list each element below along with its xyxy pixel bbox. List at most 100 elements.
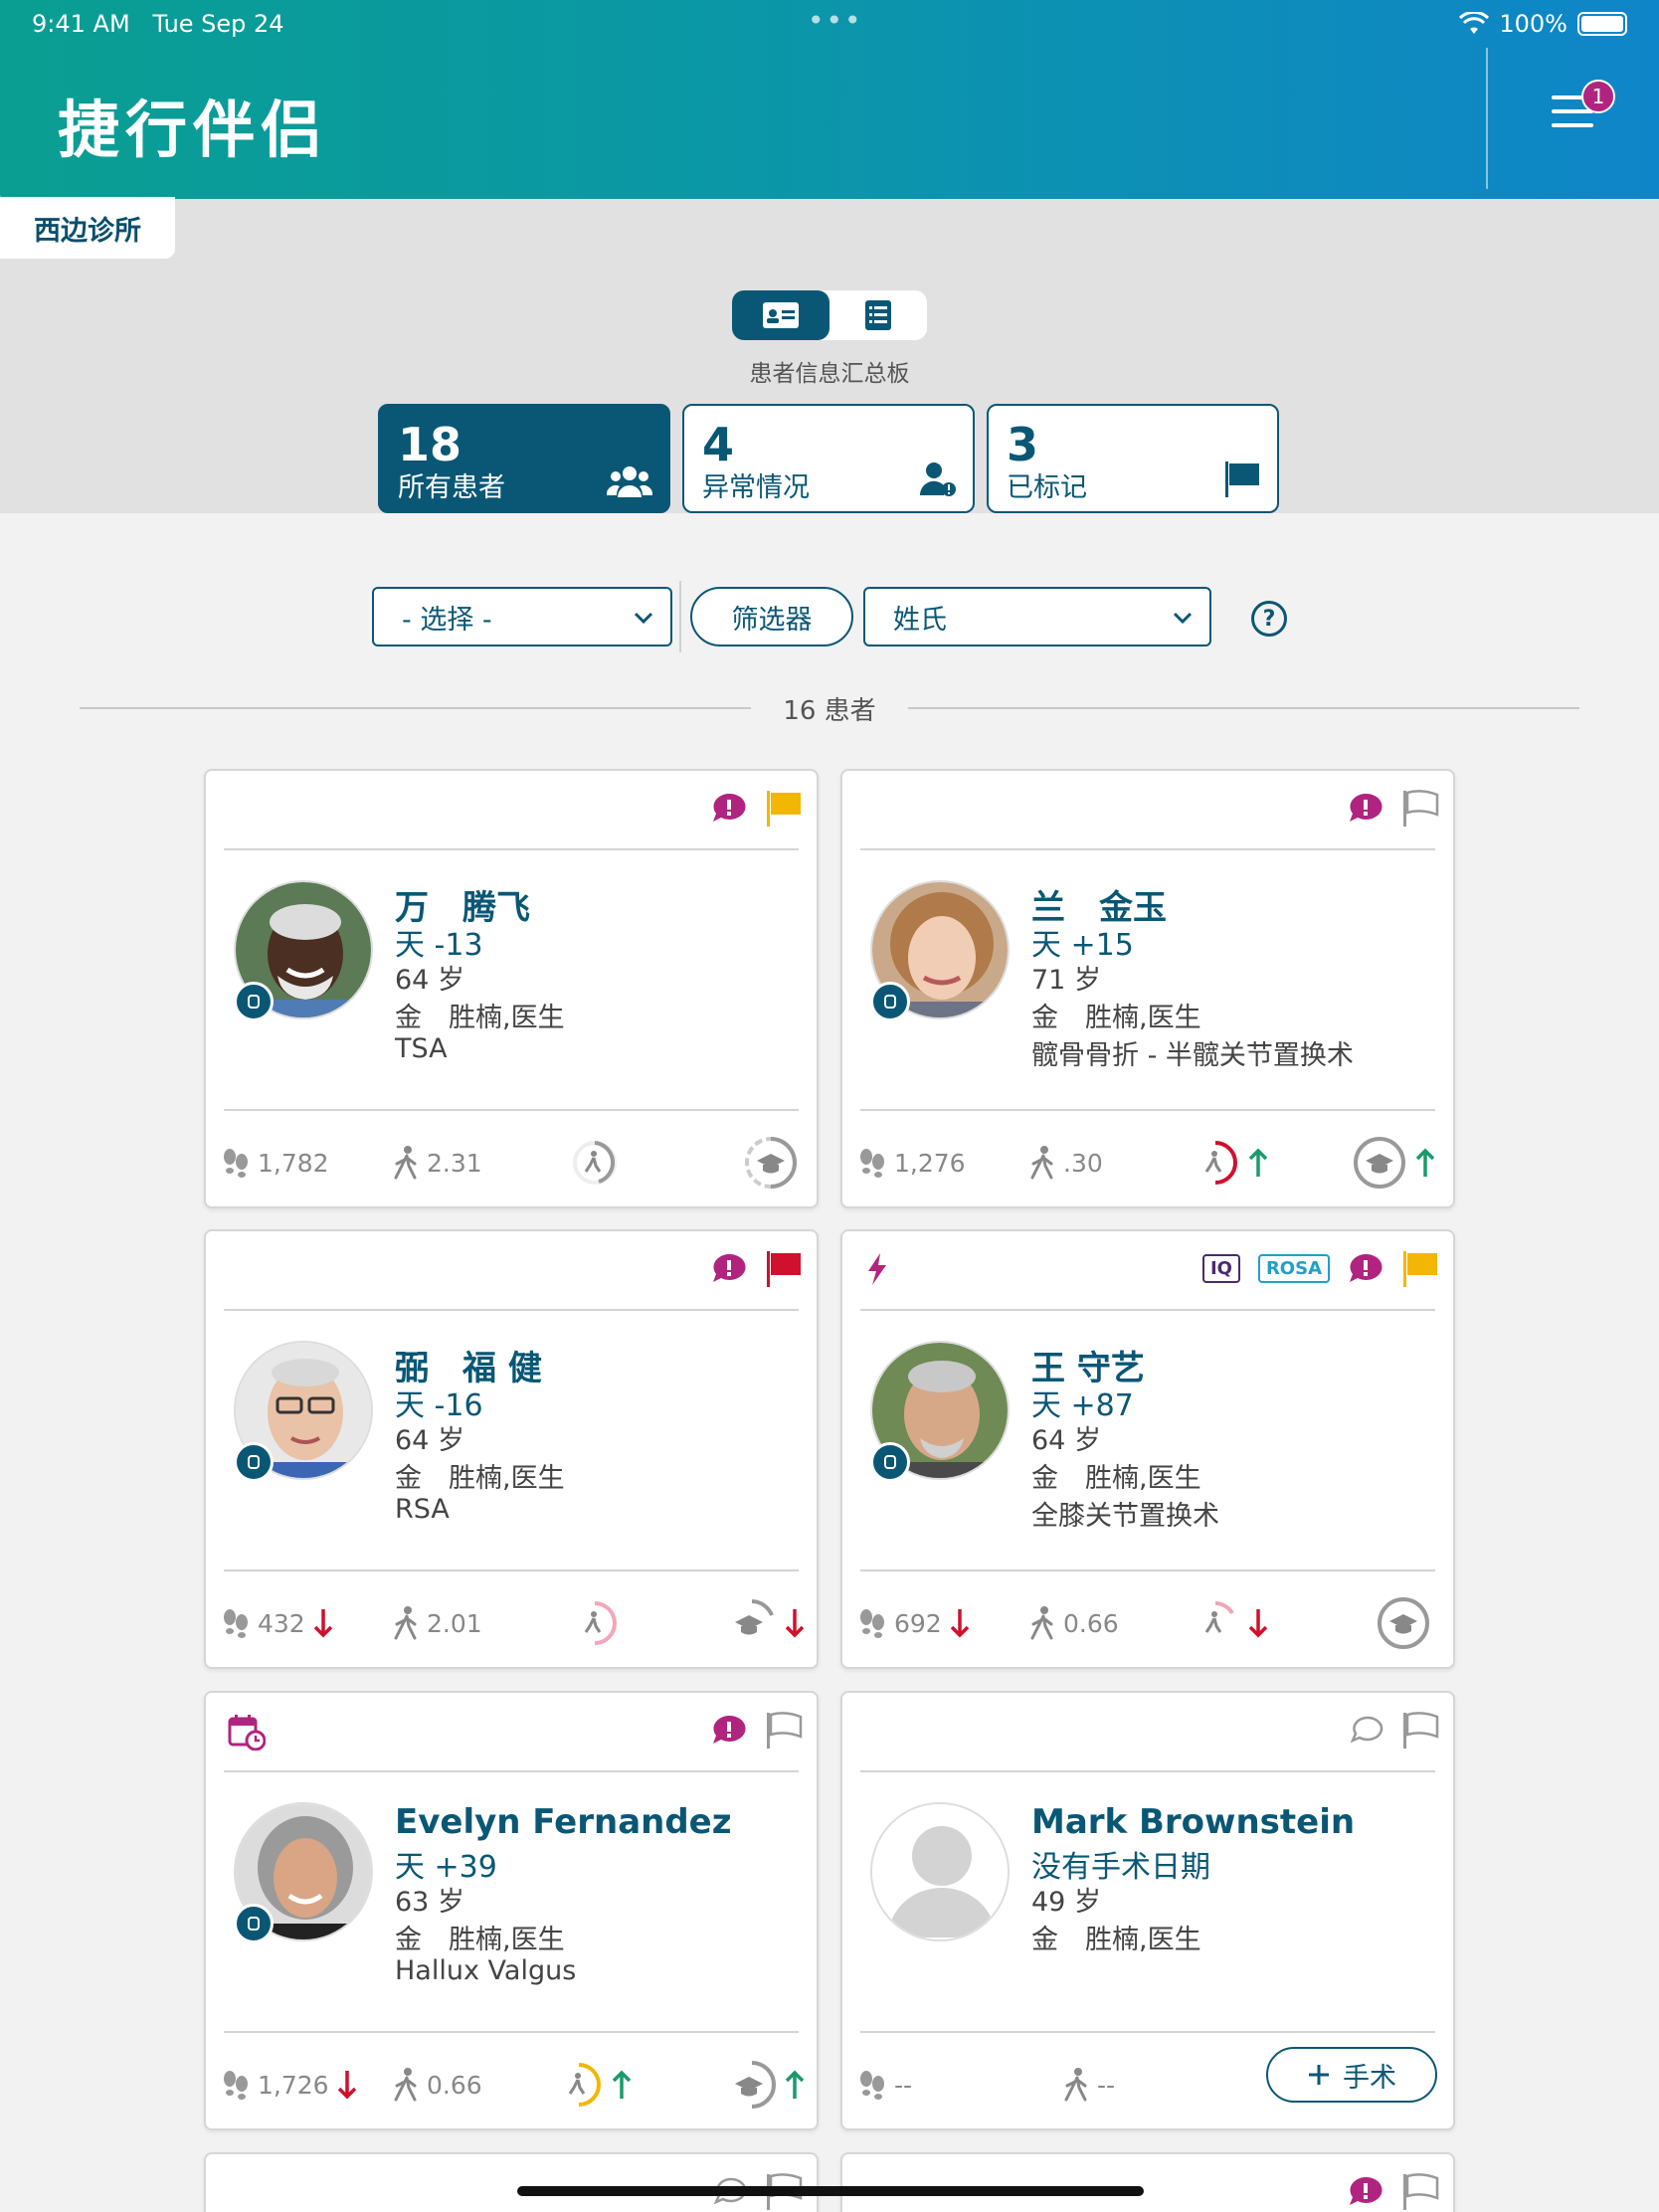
card-divider: [860, 1770, 1435, 1772]
patient-card[interactable]: Evelyn Fernandez 天 +39 63 岁 金 胜楠,医生 Hall…: [204, 1691, 819, 2130]
select-dropdown[interactable]: - 选择 -: [372, 587, 672, 646]
education-ring-icon: [1354, 1137, 1405, 1189]
patient-card[interactable]: Mark Brownstein 没有手术日期 49 岁 金 胜楠,医生 -- -…: [840, 1691, 1455, 2130]
app-title: 捷行伴侣: [58, 93, 329, 166]
activity-progress: [1191, 1595, 1268, 1651]
steps-value: 692: [894, 1608, 942, 1638]
patient-procedure: RSA: [395, 1494, 450, 1525]
tag-rosa[interactable]: ROSA: [1257, 1253, 1330, 1283]
patient-card[interactable]: IQ ROSA 王 守艺 天 +87 64 岁 金 胜楠,医生 全膝关节置换术 …: [840, 1229, 1455, 1669]
alert-bubble-icon[interactable]: [1348, 1252, 1383, 1284]
watch-icon: [870, 982, 910, 1021]
patient-card[interactable]: 万 腾飞 天 -13 64 岁 金 胜楠,医生 TSA 1,782 2.31: [204, 769, 819, 1208]
card-view-button[interactable]: [732, 290, 830, 340]
filter-separator: [679, 581, 681, 652]
walk-metric: 2.31: [393, 1135, 482, 1191]
arrow-down-icon: [337, 2071, 356, 2100]
patient-age: 71 岁: [1031, 965, 1101, 996]
watch-icon: [870, 1442, 910, 1482]
walking-icon: [394, 2068, 417, 2102]
chat-bubble-icon[interactable]: [1350, 1715, 1383, 1745]
watch-icon: [234, 982, 274, 1021]
menu-badge: 1: [1581, 80, 1615, 113]
alert-bubble-icon[interactable]: [1348, 2175, 1383, 2207]
home-indicator[interactable]: [517, 2186, 1144, 2196]
patient-card[interactable]: 兰 金玉 天 +15 71 岁 金 胜楠,医生 髋骨骨折 - 半髋关节置换术 1…: [840, 769, 1455, 1208]
card-divider: [224, 1770, 799, 1772]
stat-abnormal[interactable]: 4 异常情况: [682, 404, 975, 513]
patient-card[interactable]: 弼 福 健 天 -16 64 岁 金 胜楠,医生 RSA 432 2.01: [204, 1229, 819, 1669]
patient-doctor: 金 胜楠,医生: [395, 1003, 565, 1033]
flag-outline-icon[interactable]: [1401, 789, 1439, 827]
flag-outline-icon[interactable]: [1401, 1711, 1439, 1749]
flag-icon: [1225, 461, 1259, 497]
activity-ring-icon: [568, 2063, 601, 2107]
calendar-clock-icon[interactable]: [228, 1713, 266, 1751]
avatar-placeholder: [870, 1802, 1010, 1941]
education-progress: [743, 1135, 799, 1191]
walking-icon: [1030, 1146, 1053, 1180]
flag-red-icon[interactable]: [765, 1249, 803, 1287]
alert-bubble-icon[interactable]: [711, 1714, 747, 1746]
card-divider: [860, 2031, 1435, 2033]
sort-dropdown[interactable]: 姓氏: [863, 587, 1211, 646]
card-divider: [860, 1309, 1435, 1311]
patient-card[interactable]: [204, 2152, 819, 2212]
alert-bubble-icon[interactable]: [711, 792, 747, 824]
steps-metric: 432: [222, 1595, 333, 1651]
watch-icon: [234, 1442, 274, 1482]
view-toggle: [732, 290, 927, 340]
flag-outline-icon[interactable]: [765, 1711, 803, 1749]
flag-yellow-icon[interactable]: [765, 789, 803, 827]
watch-icon: [234, 1904, 274, 1943]
lightning-icon[interactable]: [864, 1251, 890, 1287]
add-surgery-button[interactable]: 手术: [1266, 2047, 1437, 2103]
list-view-button[interactable]: [830, 290, 927, 340]
battery-percent: 100%: [1499, 10, 1567, 38]
card-divider: [224, 1309, 799, 1311]
patient-age: 49 岁: [1031, 1887, 1101, 1918]
list-icon: [865, 300, 891, 330]
alert-bubble-icon[interactable]: [1348, 792, 1383, 824]
stat-all-patients[interactable]: 18 所有患者: [378, 404, 670, 513]
plus-icon: [1309, 2065, 1329, 2085]
status-time: 9:41 AM Tue Sep 24: [32, 10, 284, 38]
activity-ring-icon: [573, 1141, 617, 1185]
sort-value: 姓氏: [893, 604, 947, 636]
app-header: 9:41 AM Tue Sep 24 ••• 100% 捷行伴侣 1: [0, 0, 1659, 199]
walk-metric: 0.66: [393, 2057, 482, 2113]
tag-iq[interactable]: IQ: [1201, 1253, 1240, 1283]
help-icon[interactable]: ?: [1251, 601, 1287, 637]
activity-progress: [570, 1595, 620, 1651]
stat-flagged[interactable]: 3 已标记: [987, 404, 1279, 513]
education-progress: [1376, 1595, 1431, 1651]
flag-outline-icon[interactable]: [1401, 2172, 1439, 2210]
card-status-icons: [1350, 1709, 1439, 1751]
filter-button[interactable]: 筛选器: [690, 587, 853, 646]
stat-label: 异常情况: [702, 472, 810, 503]
walk-metric: 2.01: [393, 1595, 482, 1651]
walk-value: 0.66: [1063, 1608, 1119, 1638]
steps-metric: 1,276: [858, 1135, 966, 1191]
walk-value: --: [1097, 2070, 1116, 2100]
education-ring-icon: [745, 1137, 797, 1189]
stat-number: 18: [398, 418, 462, 471]
alert-bubble-icon[interactable]: [711, 1252, 747, 1284]
clinic-tab[interactable]: 西边诊所: [0, 197, 175, 259]
battery-icon: [1577, 12, 1627, 36]
arrow-down-icon: [313, 1609, 332, 1638]
patient-age: 64 岁: [395, 1425, 464, 1456]
patient-card[interactable]: [840, 2152, 1455, 2212]
patient-age: 64 岁: [1031, 1425, 1101, 1456]
multitask-dots-icon[interactable]: •••: [808, 4, 863, 37]
footprints-icon: [224, 2071, 248, 2100]
chevron-down-icon: [1173, 612, 1193, 625]
flag-yellow-icon[interactable]: [1401, 1249, 1439, 1287]
patient-procedure: 髋骨骨折 - 半髋关节置换术: [1031, 1040, 1354, 1071]
walk-metric: 0.66: [1029, 1595, 1119, 1651]
status-right: 100%: [1459, 10, 1627, 38]
user-alert-icon: [919, 462, 956, 496]
footprints-icon: [860, 1149, 884, 1178]
education-ring-icon: [735, 1599, 774, 1635]
arrow-down-icon: [1248, 1609, 1268, 1638]
